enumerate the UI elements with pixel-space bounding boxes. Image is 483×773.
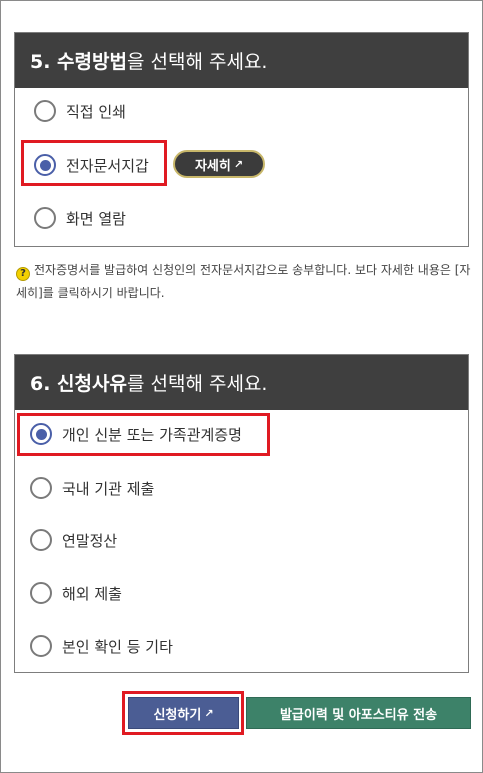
application-reason-section: 6. 신청사유 를 선택해 주세요. <box>14 354 469 673</box>
option-label: 화면 열람 <box>66 209 126 228</box>
application-reason-header-text: 를 선택해 주세요. <box>126 373 268 395</box>
receive-method-header-bold: 5. 수령방법 <box>30 51 127 73</box>
receive-method-header: 5. 수령방법 을 선택해 주세요. <box>15 33 468 88</box>
detail-button-label: 자세히 <box>194 158 231 174</box>
option-label: 직접 인쇄 <box>66 102 126 121</box>
option-label: 해외 제출 <box>62 584 122 603</box>
highlight-box-e-wallet <box>21 140 167 186</box>
radio-option-direct-print[interactable]: 직접 인쇄 <box>34 96 126 126</box>
option-label: 연말정산 <box>62 531 118 550</box>
notice-text: 전자증명서를 발급하여 신청인의 전자문서지갑으로 송부합니다. 보다 자세한 … <box>16 263 471 300</box>
radio-button[interactable] <box>30 529 52 551</box>
receive-method-header-text: 을 선택해 주세요. <box>126 51 268 73</box>
application-reason-header-bold: 6. 신청사유 <box>30 373 127 395</box>
history-apostille-button[interactable]: 발급이력 및 아포스티유 전송 <box>246 697 471 729</box>
radio-button[interactable] <box>30 635 52 657</box>
radio-option-domestic-submit[interactable]: 국내 기관 제출 <box>30 473 154 503</box>
radio-option-overseas-submit[interactable]: 해외 제출 <box>30 578 122 608</box>
radio-option-other[interactable]: 본인 확인 등 기타 <box>30 631 173 661</box>
question-icon: ? <box>16 266 30 281</box>
detail-button[interactable]: 자세히 ↗ <box>173 150 265 178</box>
radio-button[interactable] <box>34 100 56 122</box>
radio-button[interactable] <box>30 582 52 604</box>
radio-option-screen-view[interactable]: 화면 열람 <box>34 203 126 233</box>
radio-button[interactable] <box>34 207 56 229</box>
highlight-box-identity-proof <box>17 413 270 456</box>
notice-text-block: ? 전자증명서를 발급하여 신청인의 전자문서지갑으로 송부합니다. 보다 자세한… <box>16 259 471 305</box>
option-label: 본인 확인 등 기타 <box>62 637 173 656</box>
radio-button[interactable] <box>30 477 52 499</box>
highlight-box-apply <box>122 691 244 735</box>
application-reason-header: 6. 신청사유 를 선택해 주세요. <box>15 355 468 410</box>
option-label: 국내 기관 제출 <box>62 479 155 498</box>
radio-option-year-end-tax[interactable]: 연말정산 <box>30 525 117 555</box>
external-link-icon: ↗ <box>233 157 244 171</box>
history-apostille-button-label: 발급이력 및 아포스티유 전송 <box>279 707 438 723</box>
